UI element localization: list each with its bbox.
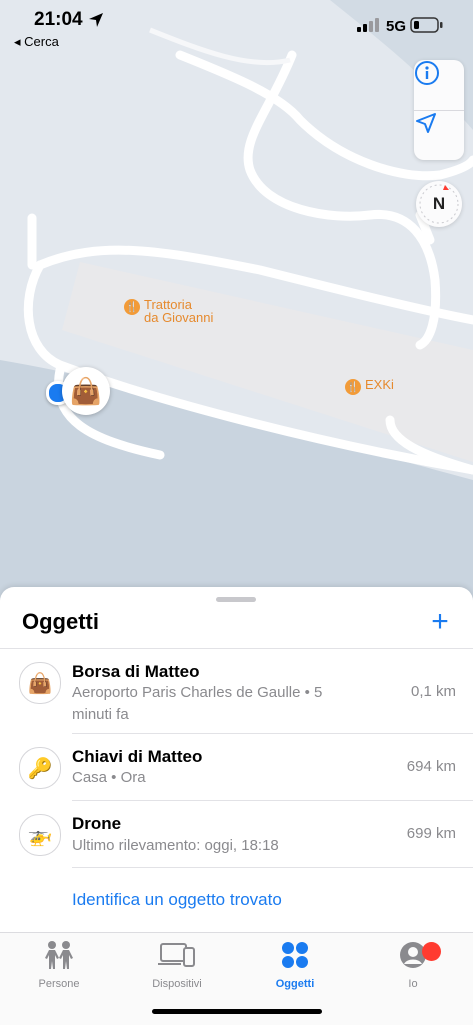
- info-icon: [415, 61, 439, 85]
- tab-label: Dispositivi: [152, 978, 202, 990]
- map-controls: [414, 60, 464, 160]
- track-location-button[interactable]: [414, 111, 464, 161]
- battery-icon: [410, 17, 443, 33]
- tab-me[interactable]: Io: [354, 939, 472, 999]
- handbag-icon: 👜: [19, 662, 61, 704]
- poi-exki[interactable]: 🍴 EXKi: [345, 378, 394, 395]
- location-services-icon: [89, 13, 103, 27]
- map-roads: [0, 0, 473, 600]
- tab-items[interactable]: Oggetti: [236, 939, 354, 999]
- list-item[interactable]: 👜 Borsa di Matteo Aeroporto Paris Charle…: [0, 649, 473, 733]
- location-arrow-icon: [416, 113, 436, 133]
- identify-found-item-link[interactable]: Identifica un oggetto trovato: [72, 890, 282, 910]
- restaurant-icon: 🍴: [345, 379, 361, 395]
- list-item[interactable]: 🔑 Chiavi di Matteo Casa • Ora 694 km: [0, 734, 473, 800]
- add-item-button[interactable]: +: [425, 607, 455, 637]
- item-subtitle: Aeroporto Paris Charles de Gaulle • 5 mi…: [72, 684, 323, 723]
- poi-label: EXKi: [365, 377, 394, 392]
- back-to-app-link[interactable]: ◂ Cerca: [14, 34, 59, 50]
- signal-icon: [357, 18, 379, 32]
- map-view[interactable]: 🍴 Trattoria da Giovanni 🍴 EXKi 👜 N: [0, 0, 473, 600]
- tab-devices[interactable]: Dispositivi: [118, 939, 236, 999]
- item-name: Borsa di Matteo: [72, 662, 200, 681]
- map-info-button[interactable]: [414, 60, 464, 110]
- home-indicator[interactable]: [152, 1009, 322, 1014]
- tab-people[interactable]: Persone: [0, 939, 118, 999]
- item-distance: 699 km: [406, 825, 456, 842]
- row-divider: [72, 867, 473, 868]
- compass-north-label: N: [432, 194, 446, 213]
- item-subtitle: Casa • Ora: [72, 769, 146, 786]
- devices-icon: [158, 943, 195, 967]
- tab-label: Oggetti: [275, 978, 315, 990]
- sheet-title: Oggetti: [22, 609, 99, 634]
- item-distance: 0,1 km: [410, 683, 456, 700]
- people-icon: [45, 941, 73, 969]
- notification-badge: [422, 942, 441, 961]
- poi-label: Trattoria da Giovanni: [144, 297, 214, 325]
- item-name: Drone: [72, 814, 122, 833]
- item-subtitle: Ultimo rilevamento: oggi, 18:18: [72, 837, 279, 854]
- tab-label: Io: [408, 978, 418, 990]
- item-distance: 694 km: [406, 758, 456, 775]
- compass-button[interactable]: N: [416, 181, 462, 227]
- restaurant-icon: 🍴: [124, 299, 140, 315]
- list-item[interactable]: 🚁 Drone Ultimo rilevamento: oggi, 18:18 …: [0, 801, 473, 867]
- sheet-grabber[interactable]: [216, 597, 256, 602]
- handbag-icon: 👜: [69, 375, 103, 406]
- poi-trattoria-da-giovanni[interactable]: 🍴 Trattoria da Giovanni: [124, 298, 213, 324]
- handbag-item-pin[interactable]: 👜: [62, 367, 110, 415]
- status-time: 21:04: [34, 9, 83, 30]
- helicopter-icon: 🚁: [19, 814, 61, 856]
- key-icon: 🔑: [19, 747, 61, 789]
- items-icon: [282, 942, 308, 968]
- item-name: Chiavi di Matteo: [72, 747, 203, 766]
- tab-label: Persone: [38, 978, 80, 990]
- network-type: 5G: [386, 18, 407, 35]
- status-bar: 21:04 ◂ Cerca 5G: [0, 0, 473, 56]
